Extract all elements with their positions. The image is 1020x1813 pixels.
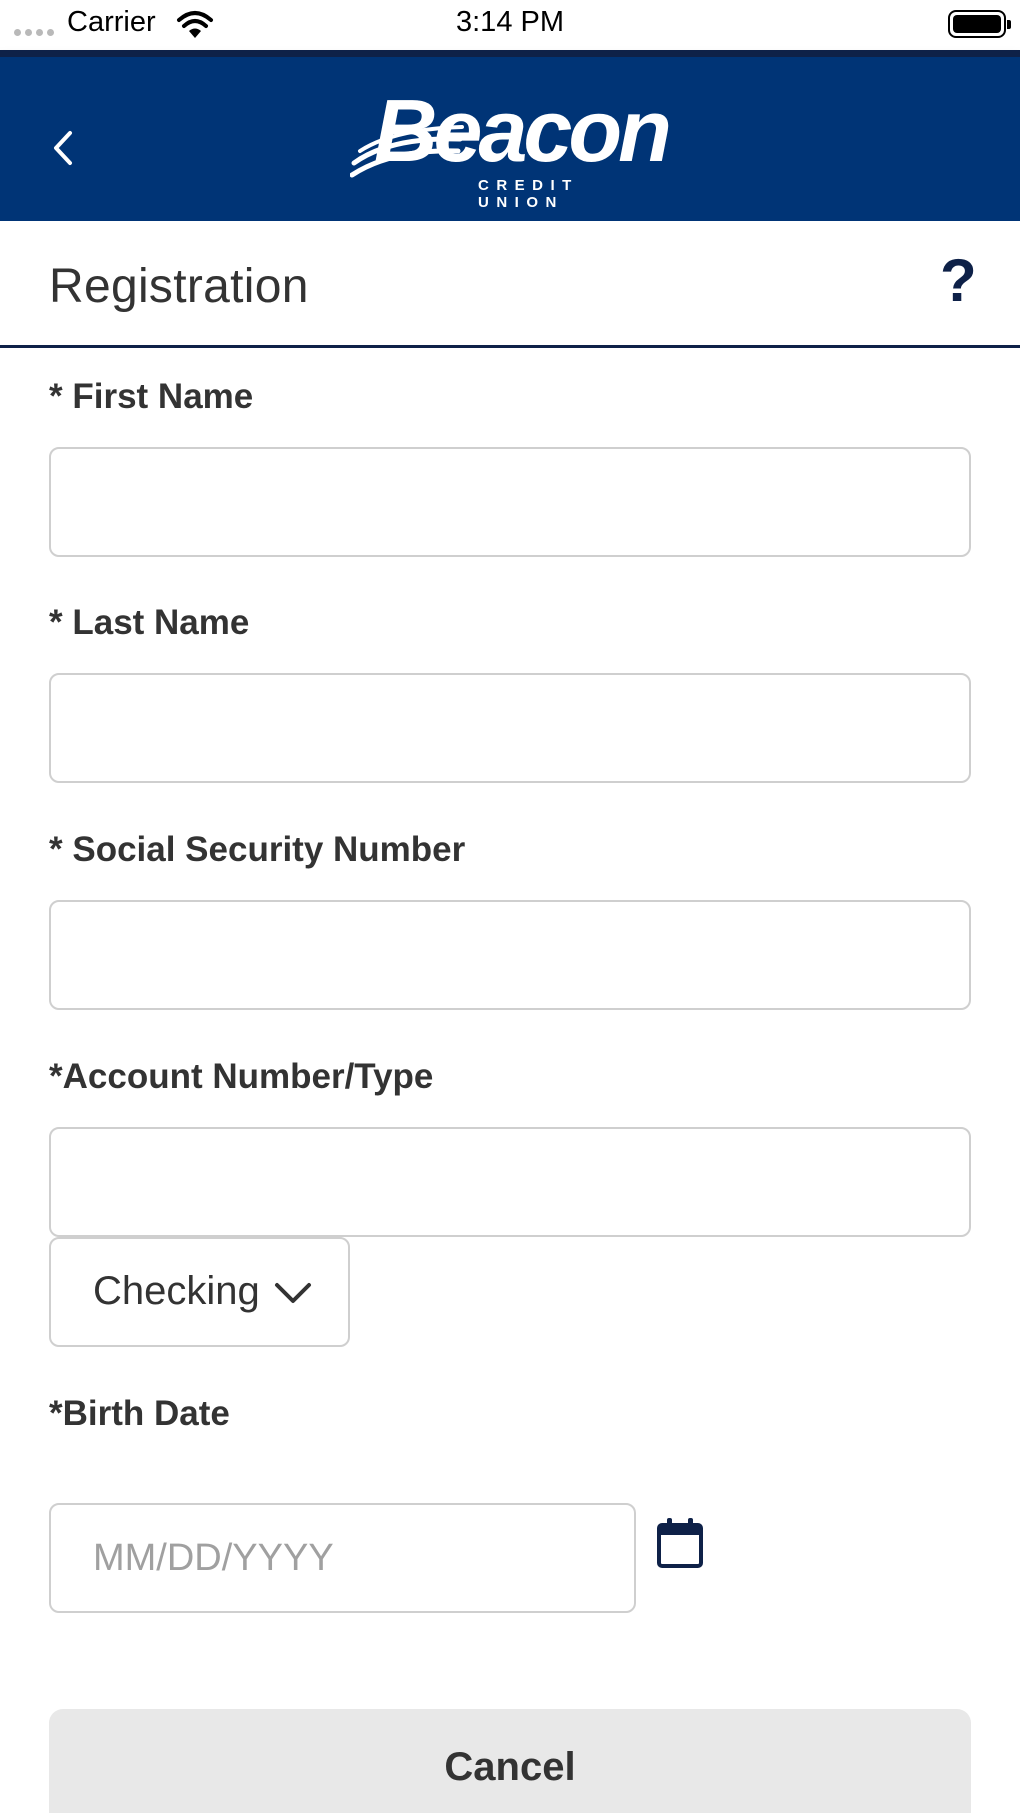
status-time: 3:14 PM (456, 6, 564, 38)
battery-icon (948, 10, 1011, 38)
birth-date-input[interactable] (49, 1503, 636, 1613)
logo-subtitle: CREDIT UNION (478, 177, 579, 211)
last-name-label: * Last Name (49, 603, 250, 642)
logo-wordmark: Beacon (374, 81, 672, 180)
app-header: Beacon CREDIT UNION (0, 50, 1020, 221)
help-icon[interactable]: ? (940, 251, 977, 311)
account-number-label: *Account Number/Type (49, 1057, 434, 1096)
cancel-button[interactable]: Cancel (49, 1709, 971, 1813)
ssn-label: * Social Security Number (49, 830, 466, 869)
chevron-down-icon (275, 1283, 311, 1303)
chevron-left-icon[interactable] (44, 123, 84, 173)
title-bar: Registration ? (0, 221, 1020, 348)
ssn-input[interactable] (49, 900, 971, 1010)
birth-date-label: *Birth Date (49, 1394, 230, 1433)
brand-logo: Beacon CREDIT UNION (350, 81, 672, 211)
status-bar: Carrier 3:14 PM (0, 0, 1020, 50)
account-type-value: Checking (93, 1269, 260, 1313)
account-type-select[interactable]: Checking (49, 1237, 350, 1347)
first-name-input[interactable] (49, 447, 971, 557)
first-name-label: * First Name (49, 377, 254, 416)
last-name-input[interactable] (49, 673, 971, 783)
calendar-icon[interactable] (656, 1516, 704, 1570)
account-number-input[interactable] (49, 1127, 971, 1237)
page-title: Registration (49, 260, 309, 313)
